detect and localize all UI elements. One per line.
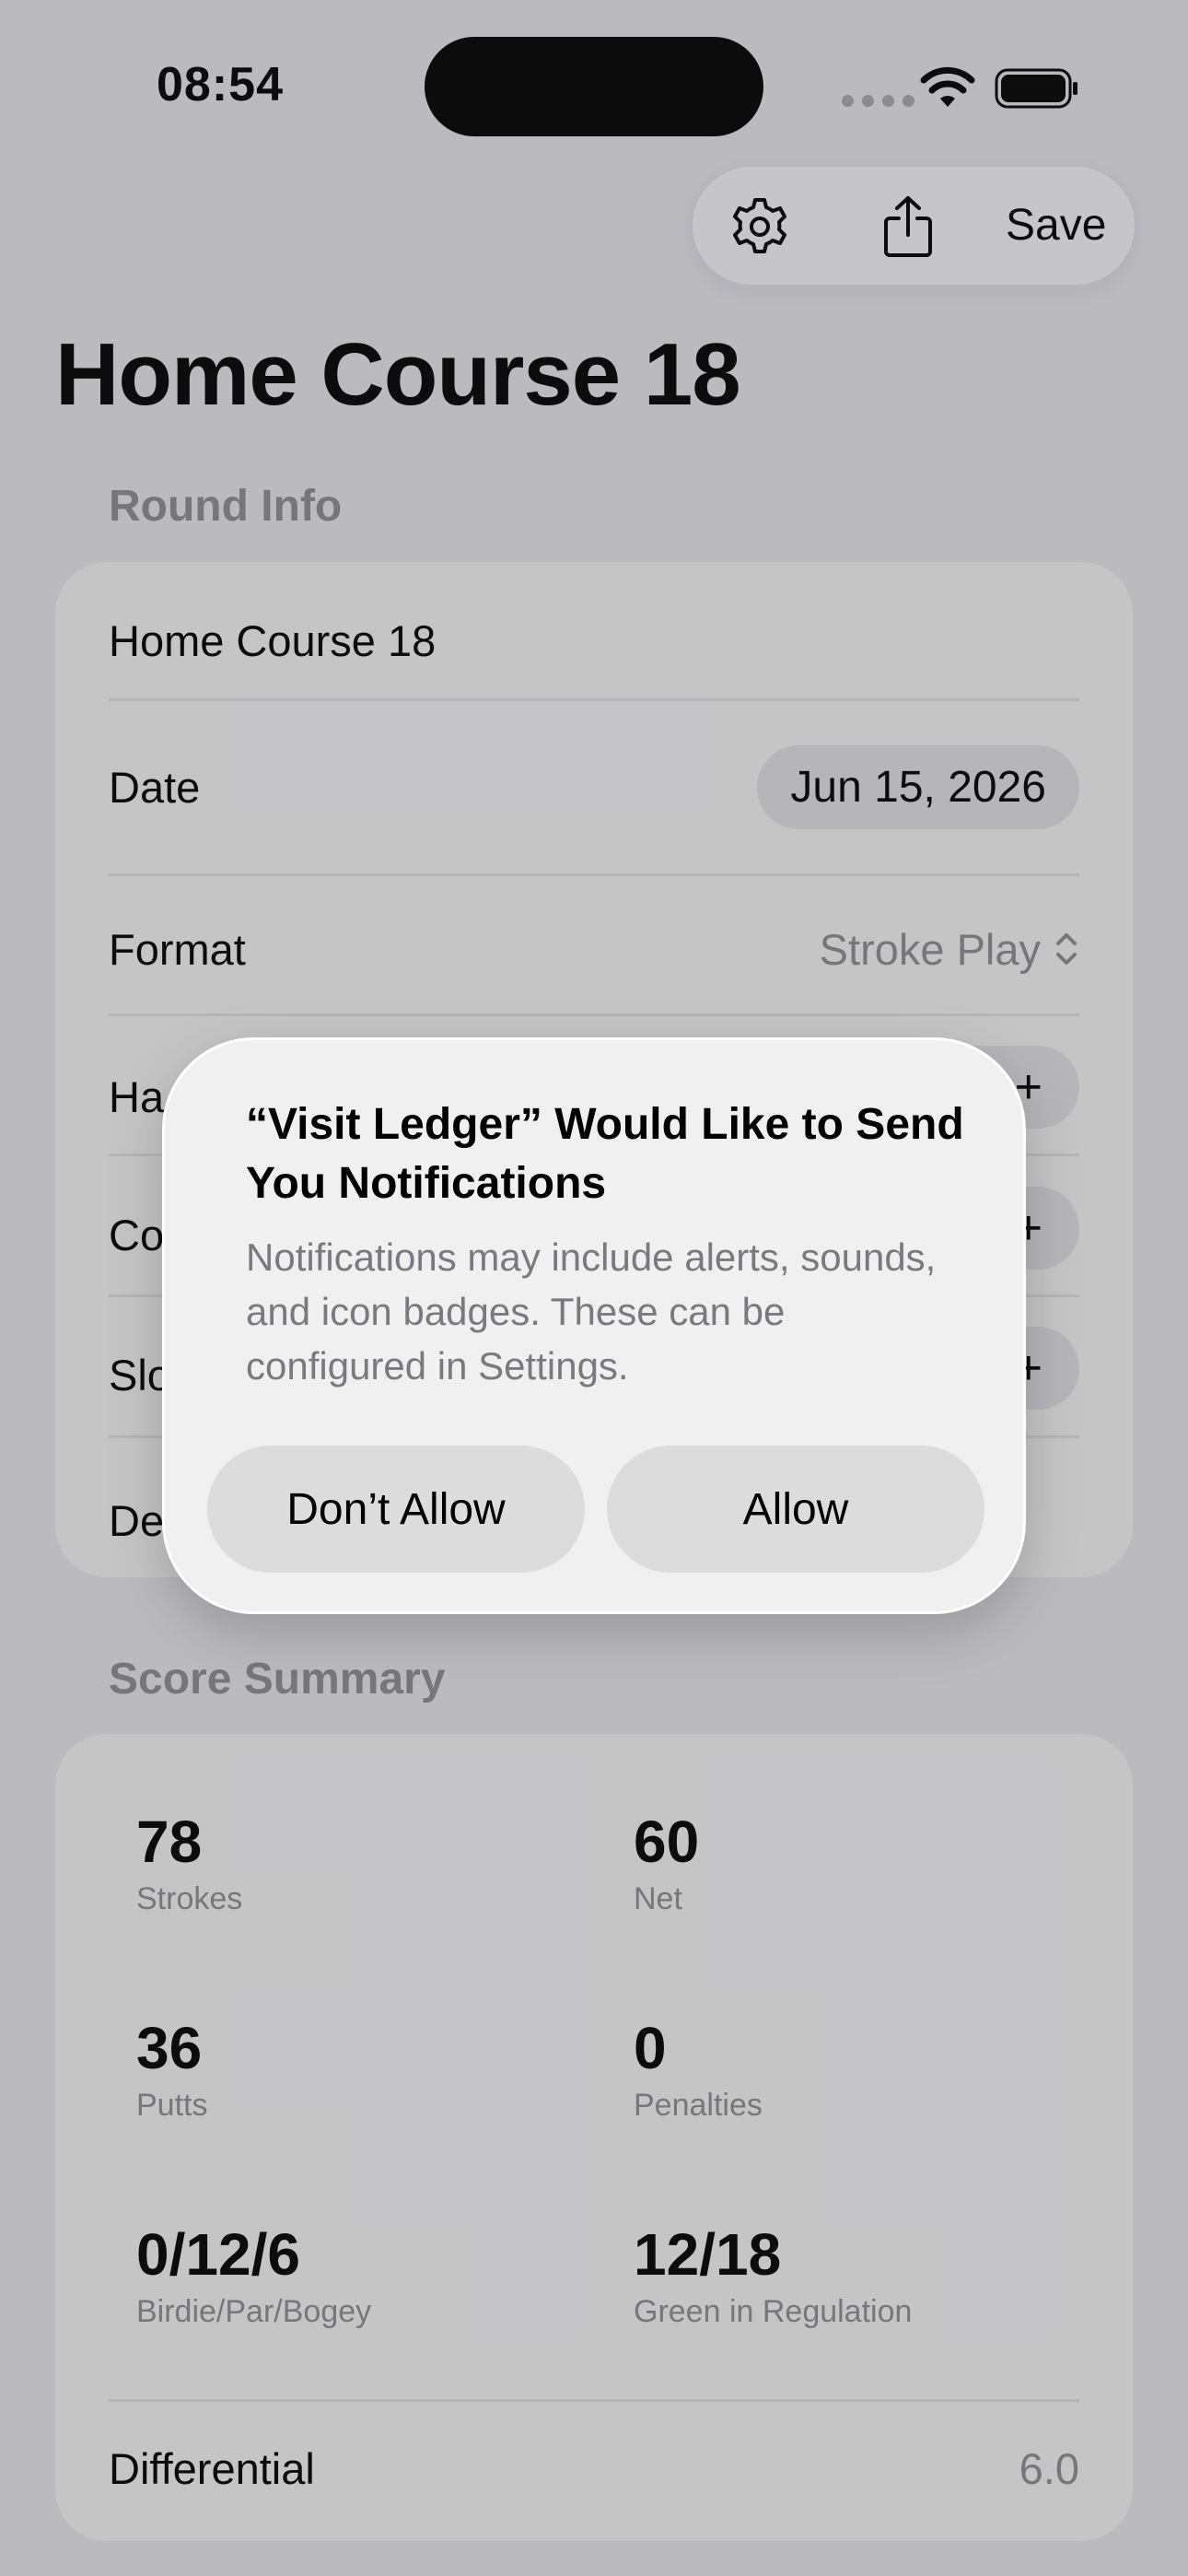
notification-permission-alert: “Visit Ledger” Would Like to Send You No… — [162, 1037, 1026, 1614]
allow-button[interactable]: Allow — [607, 1446, 984, 1573]
alert-message: Notifications may include alerts, sounds… — [246, 1235, 937, 1388]
alert-title: “Visit Ledger” Would Like to Send You No… — [246, 1100, 964, 1208]
screen: 08:54 Save Home Course 18 Round Info Hom… — [0, 0, 1188, 2576]
dont-allow-button[interactable]: Don’t Allow — [207, 1446, 585, 1573]
